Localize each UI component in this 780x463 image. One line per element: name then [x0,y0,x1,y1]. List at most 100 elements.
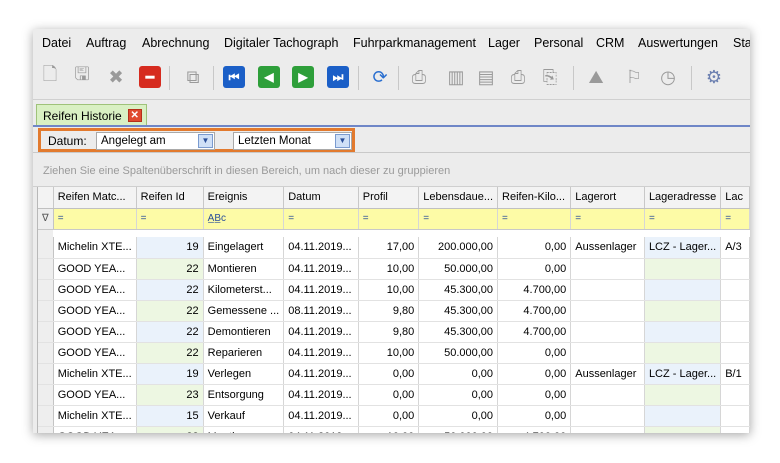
filter-cell[interactable]: = [644,208,722,230]
column-header[interactable]: Lac [720,187,750,209]
table-cell[interactable]: 4.700,00 [497,279,572,301]
column-header[interactable]: Datum [283,187,359,209]
table-cell[interactable] [570,279,645,301]
table-row[interactable]: GOOD YEA... 22 Kilometerst... 04.11.2019...… [38,279,750,301]
table-cell[interactable]: 9,80 [358,300,420,322]
table-row[interactable]: Michelin XTE... 15 Verkauf 04.11.2019... 0,0… [38,405,750,427]
menu-datei[interactable]: Datei [42,36,71,50]
column-header[interactable]: Reifen Matc... [53,187,137,209]
chevron-down-icon[interactable]: ▼ [335,134,350,148]
table-row[interactable]: GOOD YEA... 23 Entsorgung 04.11.2019... 0,00… [38,384,750,406]
delete-icon[interactable]: ━ [139,66,161,88]
table-cell[interactable]: 50.000,00 [418,342,499,364]
table-cell[interactable] [570,384,645,406]
table-cell[interactable] [644,300,722,322]
table-cell[interactable]: 22 [136,321,204,343]
column-header[interactable]: Lagerort [570,187,645,209]
row-selector[interactable] [38,258,54,280]
first-record-icon[interactable]: ⏮ [223,66,245,88]
table-cell[interactable] [720,384,750,406]
row-selector[interactable] [38,342,54,364]
table-cell[interactable]: 9,80 [358,321,420,343]
table-cell[interactable]: B/1 [720,363,750,385]
table-cell[interactable]: 23 [136,384,204,406]
table-cell[interactable]: 0,00 [497,363,572,385]
menu-crm[interactable]: CRM [596,36,624,50]
table-cell[interactable]: A/3 [720,237,750,259]
column-header[interactable]: Ereignis [203,187,285,209]
table-cell[interactable]: Aussenlager [570,363,645,385]
previous-record-icon[interactable]: ◀ [258,66,280,88]
table-cell[interactable] [644,405,722,427]
table-cell[interactable]: 45.300,00 [418,300,499,322]
table-cell[interactable] [720,426,750,433]
table-cell[interactable]: 04.11.2019... [283,258,359,280]
table-cell[interactable]: Eingelagert [203,237,285,259]
table-cell[interactable]: 4.700,00 [497,300,572,322]
table-cell[interactable]: 19 [136,363,204,385]
table-cell[interactable]: 45.300,00 [418,321,499,343]
menu-abrechnung[interactable]: Abrechnung [142,36,209,50]
filter-icon[interactable]: ∇ [38,208,54,230]
table-cell[interactable]: GOOD YEA... [53,300,137,322]
chevron-down-icon[interactable]: ▼ [198,134,213,148]
table-cell[interactable]: LCZ - Lager... [644,363,722,385]
table-cell[interactable]: 22 [136,258,204,280]
table-cell[interactable]: 19 [136,237,204,259]
menu-auftrag[interactable]: Auftrag [86,36,126,50]
table-cell[interactable]: 0,00 [358,384,420,406]
print-icon[interactable]: ⎙ [406,64,432,90]
table-cell[interactable] [570,405,645,427]
table-row[interactable]: GOOD YEA... 22 Gemessene ... 08.11.2019... 9… [38,300,750,322]
table-cell[interactable]: 0,00 [497,258,572,280]
table-cell[interactable]: GOOD YEA... [53,342,137,364]
table-cell[interactable]: 10,00 [358,342,420,364]
table-cell[interactable]: Montieren [203,426,285,433]
table-cell[interactable]: 04.11.2019... [283,279,359,301]
cancel-icon[interactable]: ✖ [103,64,129,90]
date-period-select[interactable]: Letzten Monat ▼ [233,132,352,150]
table-cell[interactable]: 0,00 [497,405,572,427]
table-cell[interactable]: 04.11.2019... [283,405,359,427]
table-row[interactable]: GOOD YEA... 22 Demontieren 04.11.2019... 9,8… [38,321,750,343]
filter-cell[interactable]: = [497,208,572,230]
table-cell[interactable] [570,321,645,343]
export-icon[interactable]: ⎘ [537,64,563,90]
barcode-icon[interactable]: ▥ [443,64,469,90]
table-cell[interactable]: 04.11.2019... [283,342,359,364]
table-cell[interactable]: 45.300,00 [418,279,499,301]
table-cell[interactable]: 10,00 [358,258,420,280]
row-selector[interactable] [38,321,54,343]
table-cell[interactable] [720,342,750,364]
table-cell[interactable] [644,279,722,301]
menu-fuhrparkmanagement[interactable]: Fuhrparkmanagement [353,36,476,50]
table-cell[interactable]: Michelin XTE... [53,237,137,259]
filter-cell[interactable]: = [136,208,204,230]
table-cell[interactable]: Kilometerst... [203,279,285,301]
table-cell[interactable]: 22 [136,279,204,301]
table-cell[interactable]: 0,00 [497,342,572,364]
table-cell[interactable]: 04.11.2019... [283,237,359,259]
new-document-icon[interactable]: 🗋 [37,64,63,90]
table-row[interactable]: GOOD YEA...22Montieren04.11.2019...10,00… [38,258,750,280]
table-cell[interactable]: 10,00 [358,279,420,301]
menu-lager[interactable]: Lager [488,36,520,50]
table-cell[interactable]: GOOD YEA... [53,426,137,433]
column-header[interactable]: Reifen-Kilo... [497,187,572,209]
table-cell[interactable] [720,279,750,301]
group-by-area[interactable]: Ziehen Sie eine Spaltenüberschrift in di… [33,153,750,187]
table-cell[interactable]: 17,00 [358,237,420,259]
table-row[interactable]: Michelin XTE... 19 Eingelagert 04.11.2019..… [38,237,750,259]
table-cell[interactable]: 04.11.2019... [283,363,359,385]
table-cell[interactable]: 22 [136,300,204,322]
filter-cell[interactable]: A̲B̲c [203,208,285,230]
table-cell[interactable]: GOOD YEA... [53,279,137,301]
barcode-label-icon[interactable]: ▤ [473,64,499,90]
row-selector[interactable] [38,237,54,259]
table-cell[interactable] [644,321,722,343]
filter-cell[interactable]: = [283,208,359,230]
table-cell[interactable]: 22 [136,426,204,433]
table-cell[interactable] [644,342,722,364]
row-selector[interactable] [38,426,54,433]
menu-statistik[interactable]: Sta [733,36,750,50]
